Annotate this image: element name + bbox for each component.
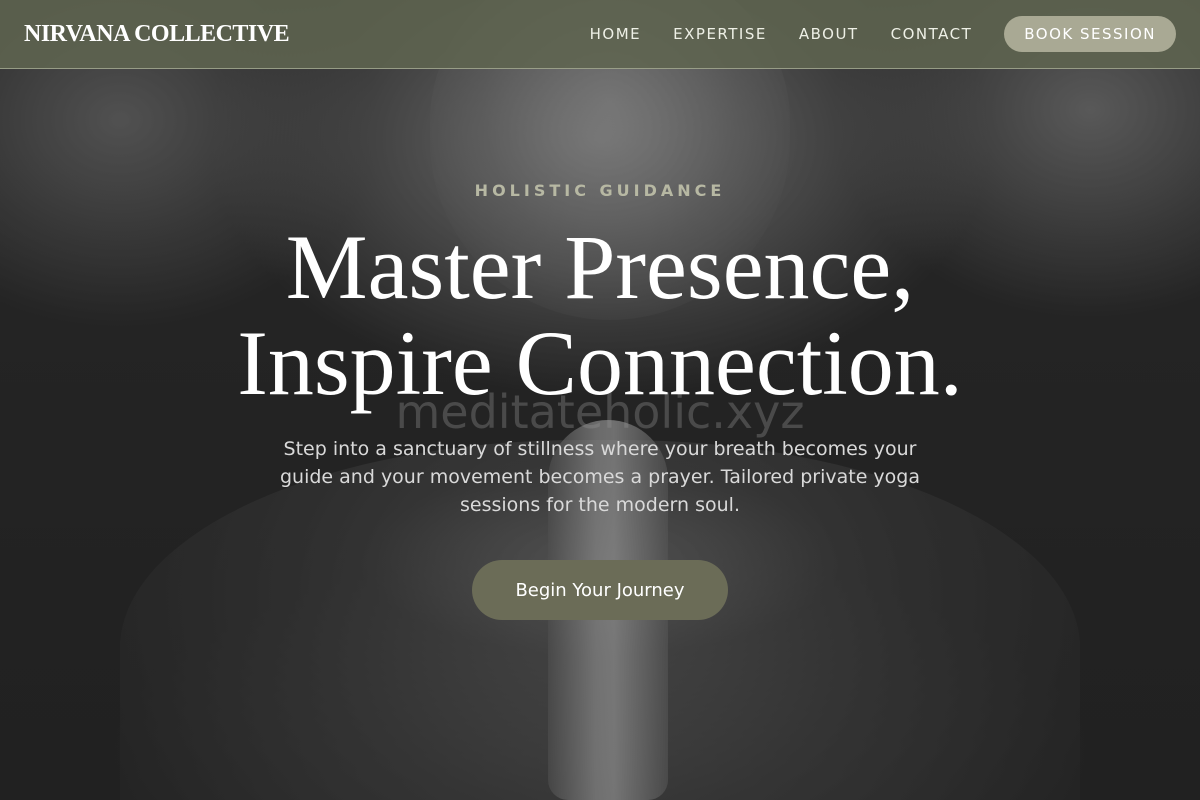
nav-link-contact[interactable]: CONTACT	[891, 25, 973, 43]
nav-link-expertise[interactable]: EXPERTISE	[673, 25, 767, 43]
book-session-button[interactable]: BOOK SESSION	[1004, 16, 1176, 52]
nav-link-home[interactable]: HOME	[590, 25, 642, 43]
hero-eyebrow: HOLISTIC GUIDANCE	[474, 181, 726, 200]
site-logo[interactable]: NIRVANA COLLECTIVE	[24, 21, 290, 48]
hero-title-line-2: Inspire Connection.	[237, 312, 963, 414]
begin-journey-button[interactable]: Begin Your Journey	[472, 560, 728, 620]
hero-title-line-1: Master Presence,	[285, 216, 915, 318]
page: NIRVANA COLLECTIVE HOME EXPERTISE ABOUT …	[0, 0, 1200, 800]
hero-subtitle: Step into a sanctuary of stillness where…	[279, 438, 920, 516]
nav-link-about[interactable]: ABOUT	[799, 25, 859, 43]
hero-section: HOLISTIC GUIDANCE meditateholic.xyz Mast…	[0, 69, 1200, 800]
main-nav: HOME EXPERTISE ABOUT CONTACT BOOK SESSIO…	[558, 16, 1176, 52]
site-header: NIRVANA COLLECTIVE HOME EXPERTISE ABOUT …	[0, 0, 1200, 69]
hero-title: Master Presence, Inspire Connection.	[0, 219, 1200, 411]
